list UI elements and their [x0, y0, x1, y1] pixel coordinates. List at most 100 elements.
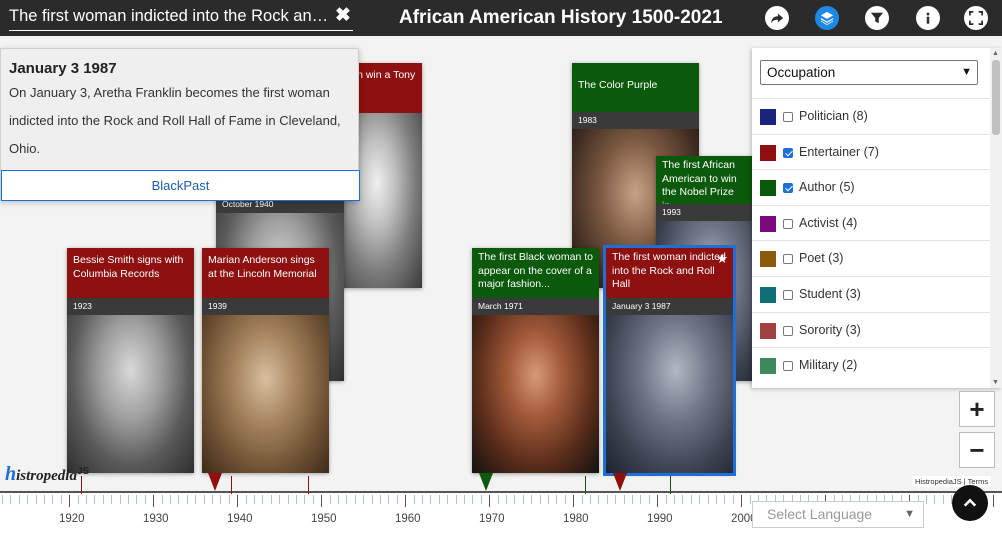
filter-checkbox[interactable]: [783, 112, 793, 122]
axis-tick: [548, 495, 549, 504]
histropedia-logo[interactable]: histropediaJS: [5, 463, 89, 486]
selected-timeline-card[interactable]: The first woman indicted into the Rock a…: [603, 245, 736, 476]
axis-tick: [749, 495, 751, 504]
filter-checkbox[interactable]: [783, 183, 793, 194]
search-box[interactable]: The first woman indicted into the Rock a…: [9, 4, 353, 31]
timeline-card[interactable]: Bessie Smith signs with Columbia Records…: [67, 248, 194, 473]
logo-mark: h: [5, 463, 17, 485]
axis-tick: [2, 495, 3, 504]
filter-item[interactable]: Student (3): [752, 275, 990, 312]
filter-checkbox[interactable]: [783, 254, 793, 265]
filter-item[interactable]: Sorority (3): [752, 311, 990, 348]
color-swatch: [760, 358, 776, 375]
axis-tick: [598, 495, 600, 504]
timeline-card[interactable]: The first Black woman to appear on the c…: [472, 248, 599, 473]
info-icon: [926, 12, 930, 24]
axis-tick: [573, 495, 575, 507]
share-icon: [770, 13, 784, 24]
axis-tick: [682, 495, 684, 504]
axis-year-label: 1960: [395, 513, 421, 525]
filter-item[interactable]: Politician (8): [752, 98, 990, 134]
scroll-up-icon[interactable]: ▲: [992, 50, 999, 57]
credits-link[interactable]: HistropediaJS | Terms: [912, 476, 992, 487]
event-line: [670, 476, 671, 494]
axis-tick: [934, 495, 936, 504]
card-title: The first woman indicted into the Rock a…: [606, 248, 733, 298]
scroll-top-button[interactable]: [952, 485, 988, 521]
axis-tick: [716, 495, 717, 504]
card-title: The first Black woman to appear on the c…: [472, 248, 599, 298]
filter-item[interactable]: Entertainer (7): [752, 133, 990, 170]
axis-year-label: 1930: [143, 513, 169, 525]
axis-tick: [220, 495, 222, 504]
filter-checkbox[interactable]: [783, 361, 793, 372]
event-marker[interactable]: [208, 473, 222, 491]
card-date: 1939: [202, 298, 329, 315]
axis-tick: [203, 495, 205, 504]
axis-tick: [413, 495, 415, 504]
filter-scrollbar[interactable]: ▲ ▼: [990, 48, 1002, 388]
logo-sup: JS: [76, 466, 90, 477]
axis-tick: [606, 495, 608, 504]
axis-tick: [228, 495, 230, 504]
filter-label: Entertainer (7): [799, 144, 879, 159]
search-input[interactable]: The first woman indicted into the Rock a…: [9, 7, 329, 26]
timeline-card[interactable]: Marian Anderson sings at the Lincoln Mem…: [202, 248, 329, 473]
share-button[interactable]: [765, 6, 789, 30]
clear-search-icon[interactable]: ✖: [333, 6, 353, 26]
filter-checkbox[interactable]: [783, 218, 793, 229]
language-select[interactable]: Select Language ▼: [752, 501, 924, 528]
axis-tick: [10, 495, 12, 504]
axis-tick: [447, 495, 449, 504]
axis-tick: [119, 495, 121, 504]
category-select-value: Occupation: [767, 65, 836, 80]
axis-tick: [86, 495, 87, 504]
chevron-up-icon: [963, 498, 977, 507]
zoom-out-button[interactable]: −: [959, 432, 995, 468]
filter-item[interactable]: Activist (4): [752, 204, 990, 241]
card-date: March 1971: [472, 298, 599, 315]
card-photo: [472, 315, 599, 473]
filter-item[interactable]: Poet (3): [752, 240, 990, 276]
category-select[interactable]: Occupation ▼: [760, 60, 978, 85]
event-marker[interactable]: [479, 473, 493, 491]
color-swatch: [760, 322, 776, 339]
filter-checkbox[interactable]: [783, 147, 793, 158]
axis-year-label: 1980: [563, 513, 589, 525]
filter-button[interactable]: [865, 6, 889, 30]
layers-button[interactable]: [815, 6, 839, 30]
axis-tick: [564, 495, 566, 504]
fullscreen-button[interactable]: [964, 6, 988, 30]
filter-checkbox[interactable]: [783, 289, 793, 300]
filter-checkbox[interactable]: [783, 325, 793, 336]
event-line: [585, 476, 586, 494]
event-marker[interactable]: [613, 473, 627, 491]
filter-label: Student (3): [799, 286, 861, 301]
axis-tick: [539, 495, 541, 504]
scroll-down-icon[interactable]: ▼: [992, 379, 999, 386]
axis-tick: [707, 495, 709, 504]
zoom-in-button[interactable]: +: [959, 391, 995, 427]
filter-item[interactable]: Military (2): [752, 347, 990, 383]
event-popup: January 3 1987 On January 3, Aretha Fran…: [0, 48, 360, 201]
filter-item[interactable]: Author (5): [752, 169, 990, 205]
axis-tick: [380, 495, 381, 504]
star-icon[interactable]: ★: [716, 251, 728, 267]
scroll-thumb[interactable]: [992, 60, 1000, 135]
color-swatch: [760, 109, 776, 125]
axis-tick: [287, 495, 289, 504]
info-button[interactable]: [916, 6, 940, 30]
axis-tick: [514, 495, 516, 504]
axis-tick: [371, 495, 373, 504]
axis-tick: [438, 495, 440, 504]
axis-tick: [724, 495, 726, 504]
axis-tick: [144, 495, 146, 504]
axis-year-label: 1950: [311, 513, 337, 525]
axis-year-label: 1940: [227, 513, 253, 525]
axis-tick: [489, 495, 491, 507]
source-link[interactable]: BlackPast: [1, 170, 360, 201]
axis-tick: [254, 495, 255, 504]
axis-tick: [245, 495, 247, 504]
axis-tick: [480, 495, 482, 504]
axis-year-label: 1920: [59, 513, 85, 525]
